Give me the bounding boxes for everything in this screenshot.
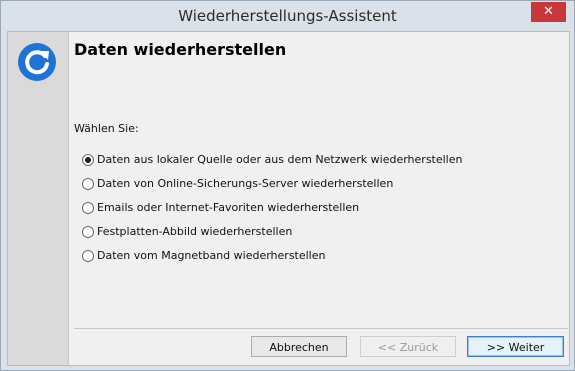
option-label: Daten von Online-Sicherungs-Server wiede…	[97, 177, 394, 190]
next-button[interactable]: >> Weiter	[467, 336, 564, 357]
page-title: Daten wiederherstellen	[74, 40, 287, 59]
option-label: Daten vom Magnetband wiederherstellen	[97, 249, 326, 262]
prompt-label: Wählen Sie:	[74, 122, 139, 135]
button-separator	[74, 328, 568, 329]
option-label: Daten aus lokaler Quelle oder aus dem Ne…	[97, 153, 463, 166]
sidebar	[8, 32, 69, 365]
content-area: Daten wiederherstellen Wählen Sie: Daten…	[69, 32, 569, 365]
radio-button[interactable]	[82, 226, 94, 238]
close-icon: ✕	[543, 4, 554, 19]
title-bar[interactable]: Wiederherstellungs-Assistent ✕	[1, 1, 574, 31]
cancel-button[interactable]: Abbrechen	[251, 336, 347, 357]
refresh-icon	[18, 43, 56, 81]
option-label: Emails oder Internet-Favoriten wiederher…	[97, 201, 360, 214]
option-label: Festplatten-Abbild wiederherstellen	[97, 225, 293, 238]
close-button[interactable]: ✕	[531, 2, 566, 22]
radio-button-selected[interactable]	[82, 154, 94, 166]
radio-button[interactable]	[82, 250, 94, 262]
radio-button[interactable]	[82, 178, 94, 190]
back-button[interactable]: << Zurück	[360, 336, 456, 357]
radio-button[interactable]	[82, 202, 94, 214]
window-title: Wiederherstellungs-Assistent	[178, 7, 397, 25]
wizard-body: Daten wiederherstellen Wählen Sie: Daten…	[7, 31, 570, 366]
wizard-window: Wiederherstellungs-Assistent ✕ Daten wie…	[0, 0, 575, 371]
